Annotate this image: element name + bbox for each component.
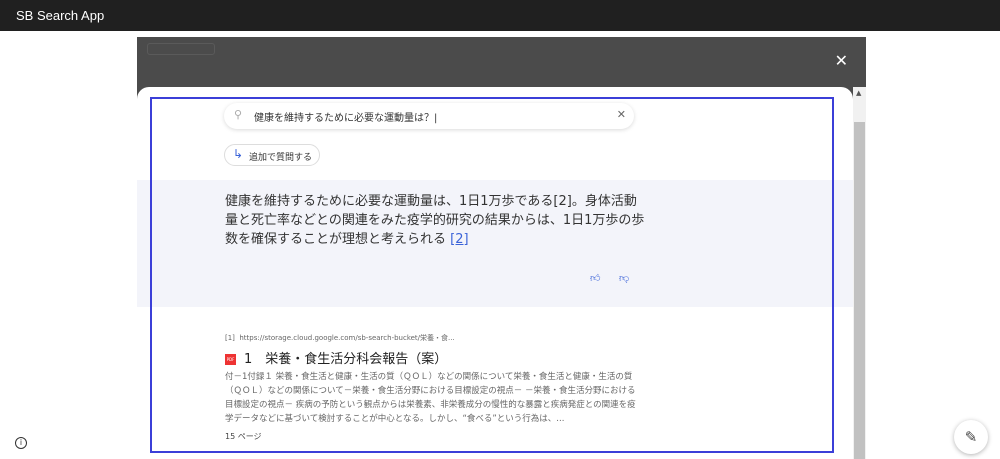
result-url[interactable]: https://storage.cloud.google.com/sb-sear…	[239, 334, 454, 342]
result-index: [1]	[225, 334, 235, 342]
answer-summary: 健康を維持するために必要な運動量は、1日1万歩である[2]。身体活動量と死亡率な…	[137, 180, 853, 307]
app-title: SB Search App	[16, 8, 105, 23]
scrollbar-thumb[interactable]	[854, 122, 865, 459]
citation-link[interactable]: [2]	[450, 232, 468, 247]
result-title[interactable]: 1 栄養・食生活分科会報告（案）	[244, 352, 447, 367]
app-header: SB Search App	[0, 0, 1000, 31]
close-dialog-button[interactable]: ✕	[835, 51, 848, 70]
pdf-icon: PDF	[225, 354, 236, 365]
follow-up-arrow-icon: ↳	[233, 147, 244, 161]
answer-text: 健康を維持するために必要な運動量は、1日1万歩である[2]。身体活動量と死亡率な…	[225, 194, 645, 247]
results-panel: ⚲ 健康を維持するために必要な運動量は？| ✕ ↳ 追加で質問する 健康を維持す…	[137, 87, 853, 459]
pencil-icon: ✎	[964, 428, 978, 446]
search-input[interactable]: ⚲ 健康を維持するために必要な運動量は？| ✕	[224, 103, 634, 129]
background-element	[147, 43, 215, 55]
result-snippet: 付－1付録１ 栄養・食生活と健康・生活の質（ＱＯＬ）などの関係について栄養・食生…	[225, 372, 636, 424]
search-query[interactable]: 健康を維持するために必要な運動量は？	[254, 113, 434, 124]
scroll-up-icon[interactable]: ▲	[856, 89, 861, 97]
search-icon: ⚲	[234, 108, 243, 121]
search-result[interactable]: [1] https://storage.cloud.google.com/sb-…	[137, 310, 853, 459]
clear-search-icon[interactable]: ✕	[617, 108, 626, 121]
thumbs-down-icon[interactable]: 👎︎	[619, 272, 629, 284]
edit-button[interactable]: ✎	[954, 420, 988, 454]
thumbs-up-icon[interactable]: 👍︎	[590, 272, 600, 284]
follow-up-label: 追加で質問する	[249, 153, 313, 163]
result-pages: 15 ページ	[225, 432, 262, 441]
search-dialog: ✕ ⚲ 健康を維持するために必要な運動量は？| ✕ ↳ 追加で質問する 健康を維…	[137, 37, 866, 459]
follow-up-button[interactable]: ↳ 追加で質問する	[224, 144, 320, 166]
info-icon[interactable]: i	[15, 437, 27, 449]
scrollbar[interactable]: ▲	[853, 87, 866, 459]
